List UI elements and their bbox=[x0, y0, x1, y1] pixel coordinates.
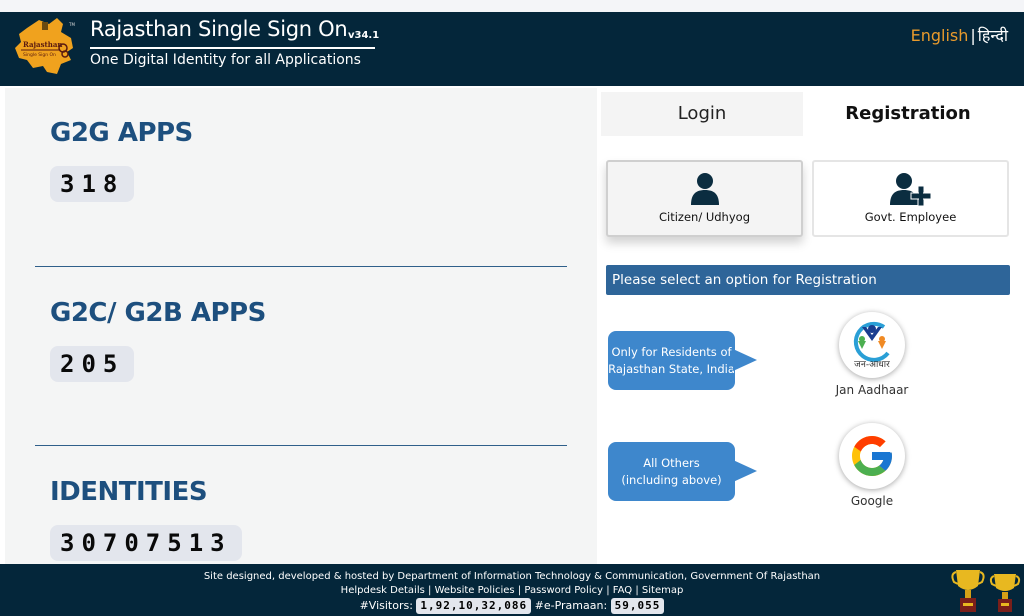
epramaan-counter: 59,055 bbox=[610, 598, 665, 614]
password-policy-link[interactable]: Password Policy bbox=[524, 585, 603, 596]
google-note: All Others (including above) bbox=[608, 442, 757, 501]
svg-text:TM: TM bbox=[68, 22, 75, 27]
faq-link[interactable]: FAQ bbox=[613, 585, 632, 596]
note-line: Rajasthan State, India bbox=[608, 361, 735, 376]
visitors-counter: 1,92,10,32,086 bbox=[416, 598, 532, 614]
jan-aadhaar-icon: जन-आधार bbox=[853, 321, 890, 370]
stat-title: G2C/ G2B APPS bbox=[50, 298, 266, 328]
stat-counter: 205 bbox=[50, 346, 135, 382]
stat-g2c-g2b-apps: G2C/ G2B APPS 205 bbox=[50, 298, 266, 382]
stat-counter: 318 bbox=[50, 166, 135, 202]
sitemap-link[interactable]: Sitemap bbox=[642, 585, 683, 596]
footer-links: Helpdesk Details | Website Policies | Pa… bbox=[0, 585, 1024, 596]
site-footer: Site designed, developed & hosted by Dep… bbox=[0, 564, 1024, 616]
citizen-udhyog-button[interactable]: Citizen/ Udhyog bbox=[606, 160, 803, 237]
jan-aadhaar-note: Only for Residents of Rajasthan State, In… bbox=[608, 331, 757, 390]
stat-g2g-apps: G2G APPS 318 bbox=[50, 118, 193, 202]
lang-hindi-link[interactable]: हिन्दी bbox=[978, 26, 1008, 45]
svg-text:Single Sign On: Single Sign On bbox=[23, 52, 56, 58]
note-line: All Others bbox=[643, 455, 700, 470]
registration-instruction-banner: Please select an option for Registration bbox=[606, 265, 1010, 295]
link-separator: | bbox=[606, 585, 610, 596]
rajasthan-sso-logo: Rajasthan Single Sign On TM bbox=[15, 18, 75, 74]
divider bbox=[35, 445, 567, 446]
google-icon bbox=[852, 436, 892, 476]
jan-aadhaar-label: Jan Aadhaar bbox=[835, 383, 909, 397]
stat-title: IDENTITIES bbox=[50, 477, 208, 507]
trophy-icon bbox=[951, 570, 985, 612]
app-version: v34.1 bbox=[348, 30, 380, 41]
citizen-udhyog-label: Citizen/ Udhyog bbox=[658, 210, 750, 224]
site-header: Rajasthan Single Sign On TM Rajasthan Si… bbox=[0, 12, 1024, 86]
note-line: Only for Residents of bbox=[611, 344, 732, 359]
user-icon bbox=[690, 173, 719, 205]
helpdesk-details-link[interactable]: Helpdesk Details bbox=[341, 585, 425, 596]
app-title: Rajasthan Single Sign On bbox=[90, 17, 348, 41]
lang-english-link[interactable]: English bbox=[911, 26, 969, 45]
note-line: (including above) bbox=[621, 472, 722, 487]
app-subtitle: One Digital Identity for all Application… bbox=[90, 52, 361, 68]
jan-aadhaar-logo: जन-आधार bbox=[839, 312, 905, 378]
govt-employee-button[interactable]: Govt. Employee bbox=[812, 160, 1009, 237]
footer-counters: #Visitors: 1,92,10,32,086 #e-Pramaan: 59… bbox=[0, 598, 1024, 614]
top-strip bbox=[0, 0, 1024, 12]
divider bbox=[35, 266, 567, 267]
govt-employee-label: Govt. Employee bbox=[864, 210, 957, 224]
google-logo bbox=[839, 423, 905, 489]
website-policies-link[interactable]: Website Policies bbox=[435, 585, 515, 596]
trophy-icon bbox=[989, 574, 1021, 612]
svg-text:जन-आधार: जन-आधार bbox=[854, 360, 890, 370]
trophy-icons bbox=[951, 570, 1021, 612]
link-separator: | bbox=[428, 585, 432, 596]
tab-login[interactable]: Login bbox=[601, 92, 803, 136]
title-underline bbox=[90, 47, 375, 49]
visitors-label: #Visitors: bbox=[359, 599, 413, 612]
footer-credit: Site designed, developed & hosted by Dep… bbox=[203, 571, 821, 582]
link-separator: | bbox=[517, 585, 522, 596]
stat-identities: IDENTITIES 30707513 bbox=[50, 477, 242, 561]
auth-panel: Login Registration Citizen/ Udhyog Govt.… bbox=[597, 88, 1024, 564]
epramaan-label: #e-Pramaan: bbox=[534, 599, 608, 612]
tab-registration[interactable]: Registration bbox=[807, 92, 1009, 136]
jan-aadhaar-button[interactable]: जन-आधार Jan Aadhaar bbox=[832, 312, 912, 397]
link-separator: | bbox=[635, 585, 639, 596]
user-plus-icon bbox=[889, 173, 931, 206]
language-switcher: English | हिन्दी bbox=[911, 24, 1008, 46]
stats-panel: G2G APPS 318 G2C/ G2B APPS 205 IDENTITIE… bbox=[5, 88, 597, 564]
stat-counter: 30707513 bbox=[50, 525, 242, 561]
lang-separator: | bbox=[970, 26, 976, 45]
google-button[interactable]: Google bbox=[832, 423, 912, 508]
google-label: Google bbox=[850, 494, 894, 508]
stat-title: G2G APPS bbox=[50, 118, 193, 148]
svg-text:Rajasthan: Rajasthan bbox=[23, 40, 62, 49]
